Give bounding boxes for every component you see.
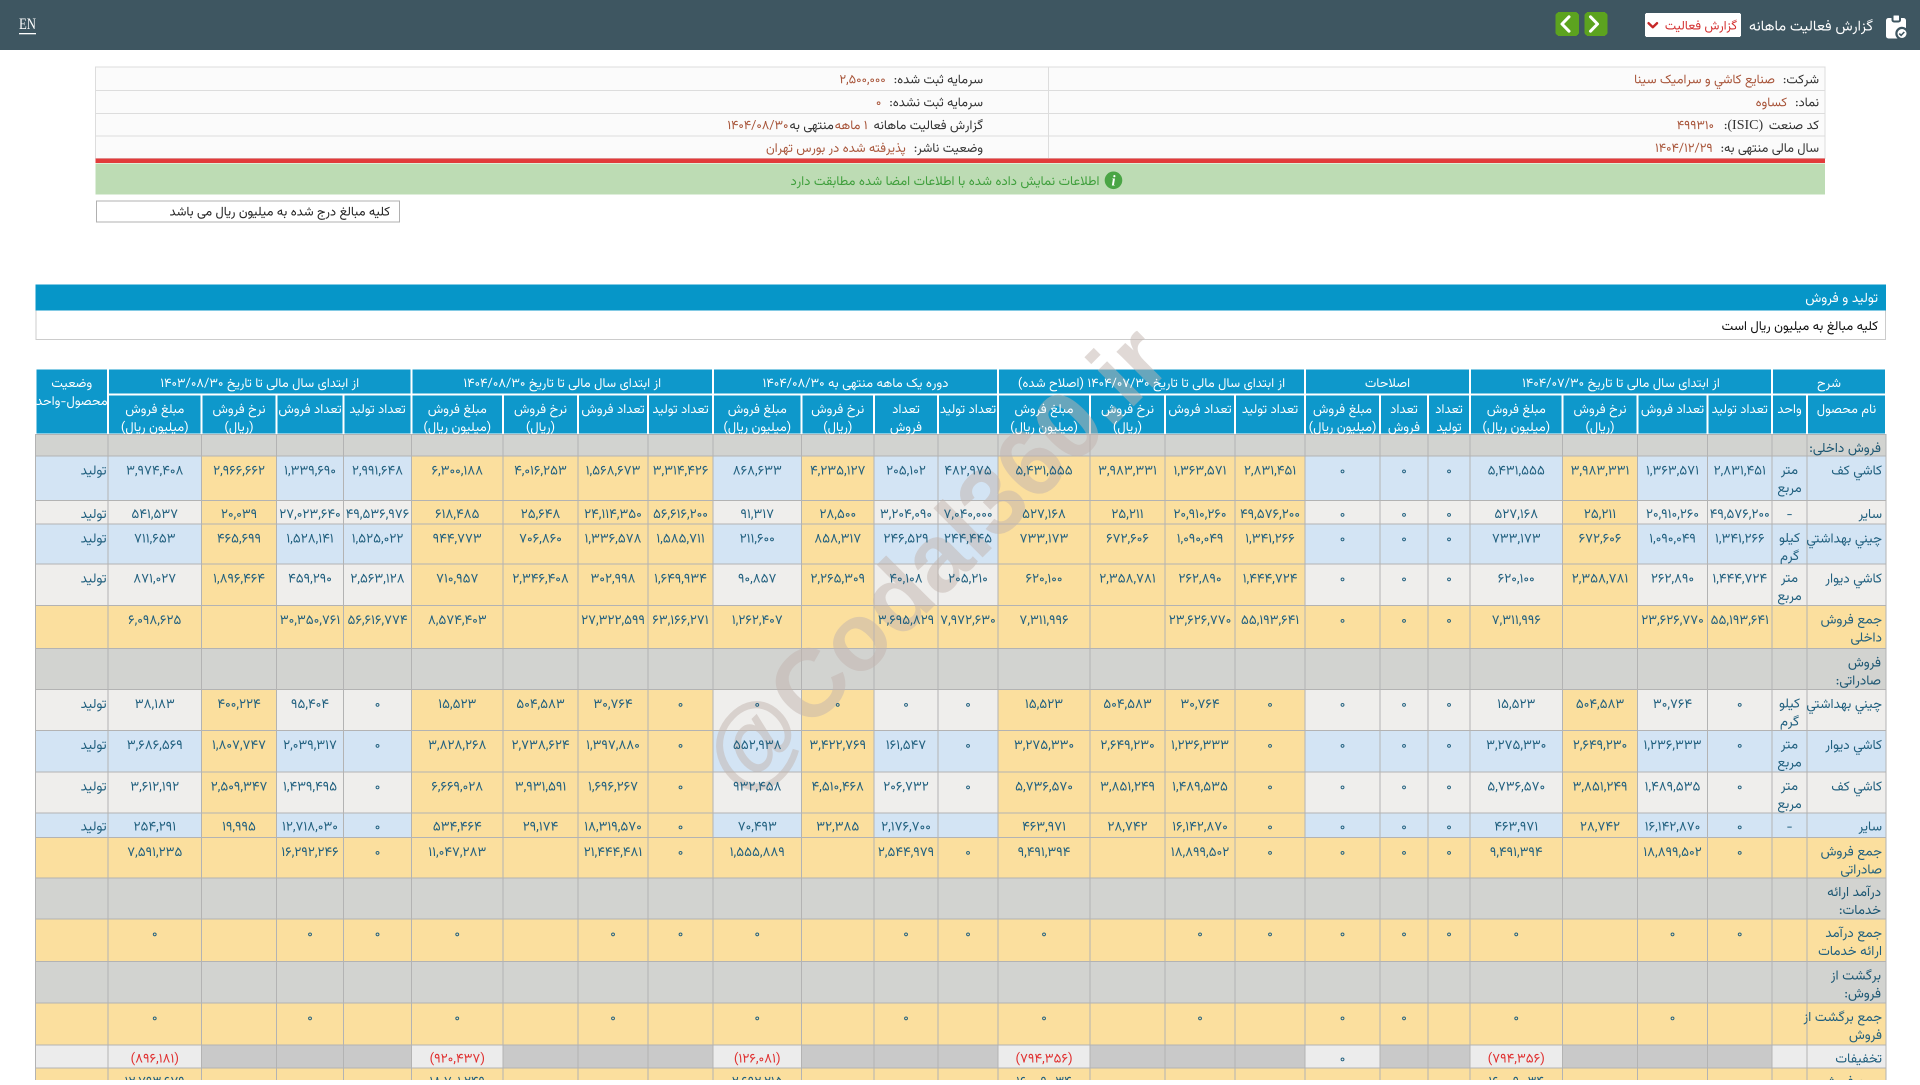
svg-text:EN: EN xyxy=(19,16,36,33)
svg-text:i: i xyxy=(1111,173,1115,189)
svg-text:(ISIC): (ISIC) xyxy=(1727,118,1763,133)
